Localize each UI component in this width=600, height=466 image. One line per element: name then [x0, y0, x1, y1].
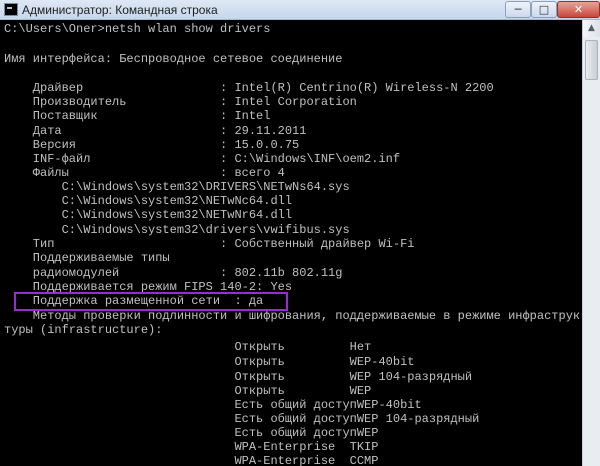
- window-title: Администратор: Командная строка: [22, 3, 218, 17]
- console-line: C:\Windows\system32\DRIVERS\NETwNs64.sys: [4, 180, 350, 194]
- console-line: Поставщик : Intel: [4, 109, 271, 123]
- console-line: WPA-Enterprise CCMP: [4, 454, 379, 466]
- console-line: Есть общий доступWEP 104-разрядный: [4, 412, 480, 426]
- maximize-button[interactable]: □: [531, 1, 557, 18]
- console-line: C:\Windows\system32\NETwNr64.dll: [4, 208, 293, 222]
- console-line: туры (infrastructure):: [4, 323, 163, 337]
- console-line: Открыть WEP 104-разрядный: [4, 370, 473, 384]
- console-line: Методы проверки подлинности и шифрования…: [4, 309, 581, 323]
- console-line: Открыть WEP: [4, 384, 372, 398]
- console-line: Поддерживаемые типы: [4, 251, 170, 265]
- console-line: WPA-Enterprise TKIP: [4, 440, 379, 454]
- minimize-button[interactable]: ─: [505, 1, 531, 18]
- console-line: Есть общий доступWEP-40bit: [4, 398, 422, 412]
- title-bar[interactable]: Администратор: Командная строка ─ □ ✕: [0, 0, 600, 20]
- console-line: INF-файл : C:\Windows\INF\oem2.inf: [4, 152, 401, 166]
- cmd-icon: [4, 3, 18, 16]
- console-output[interactable]: C:\Users\Oner>netsh wlan show drivers Им…: [0, 20, 582, 466]
- console-line: C:\Users\Oner>netsh wlan show drivers: [4, 22, 271, 36]
- console-line: Открыть WEP-40bit: [4, 355, 415, 369]
- console-line: Дата : 29.11.2011: [4, 124, 307, 138]
- console-line: Производитель : Intel Corporation: [4, 95, 357, 109]
- scroll-thumb[interactable]: [585, 40, 598, 80]
- console-line: C:\Windows\system32\drivers\vwifibus.sys: [4, 223, 350, 237]
- console-line: Файлы : всего 4: [4, 166, 285, 180]
- vertical-scrollbar[interactable]: ▲: [582, 20, 600, 466]
- scroll-up-button[interactable]: ▲: [583, 20, 600, 37]
- console-line: Тип : Собственный драйвер Wi-Fi: [4, 237, 415, 251]
- console-line: Открыть Нет: [4, 340, 372, 354]
- close-button[interactable]: ✕: [557, 1, 600, 18]
- console-line: радиомодулей : 802.11b 802.11g: [4, 266, 343, 280]
- console-line: Версия : 15.0.0.75: [4, 138, 300, 152]
- console-line: Есть общий доступWEP: [4, 426, 379, 440]
- highlight-annotation: [14, 292, 288, 311]
- console-line: Драйвер : Intel(R) Centrino(R) Wireless-…: [4, 81, 494, 95]
- console-line: C:\Windows\system32\NETwNc64.dll: [4, 194, 293, 208]
- console-line: Имя интерфейса: Беспроводное сетевое сое…: [4, 52, 343, 66]
